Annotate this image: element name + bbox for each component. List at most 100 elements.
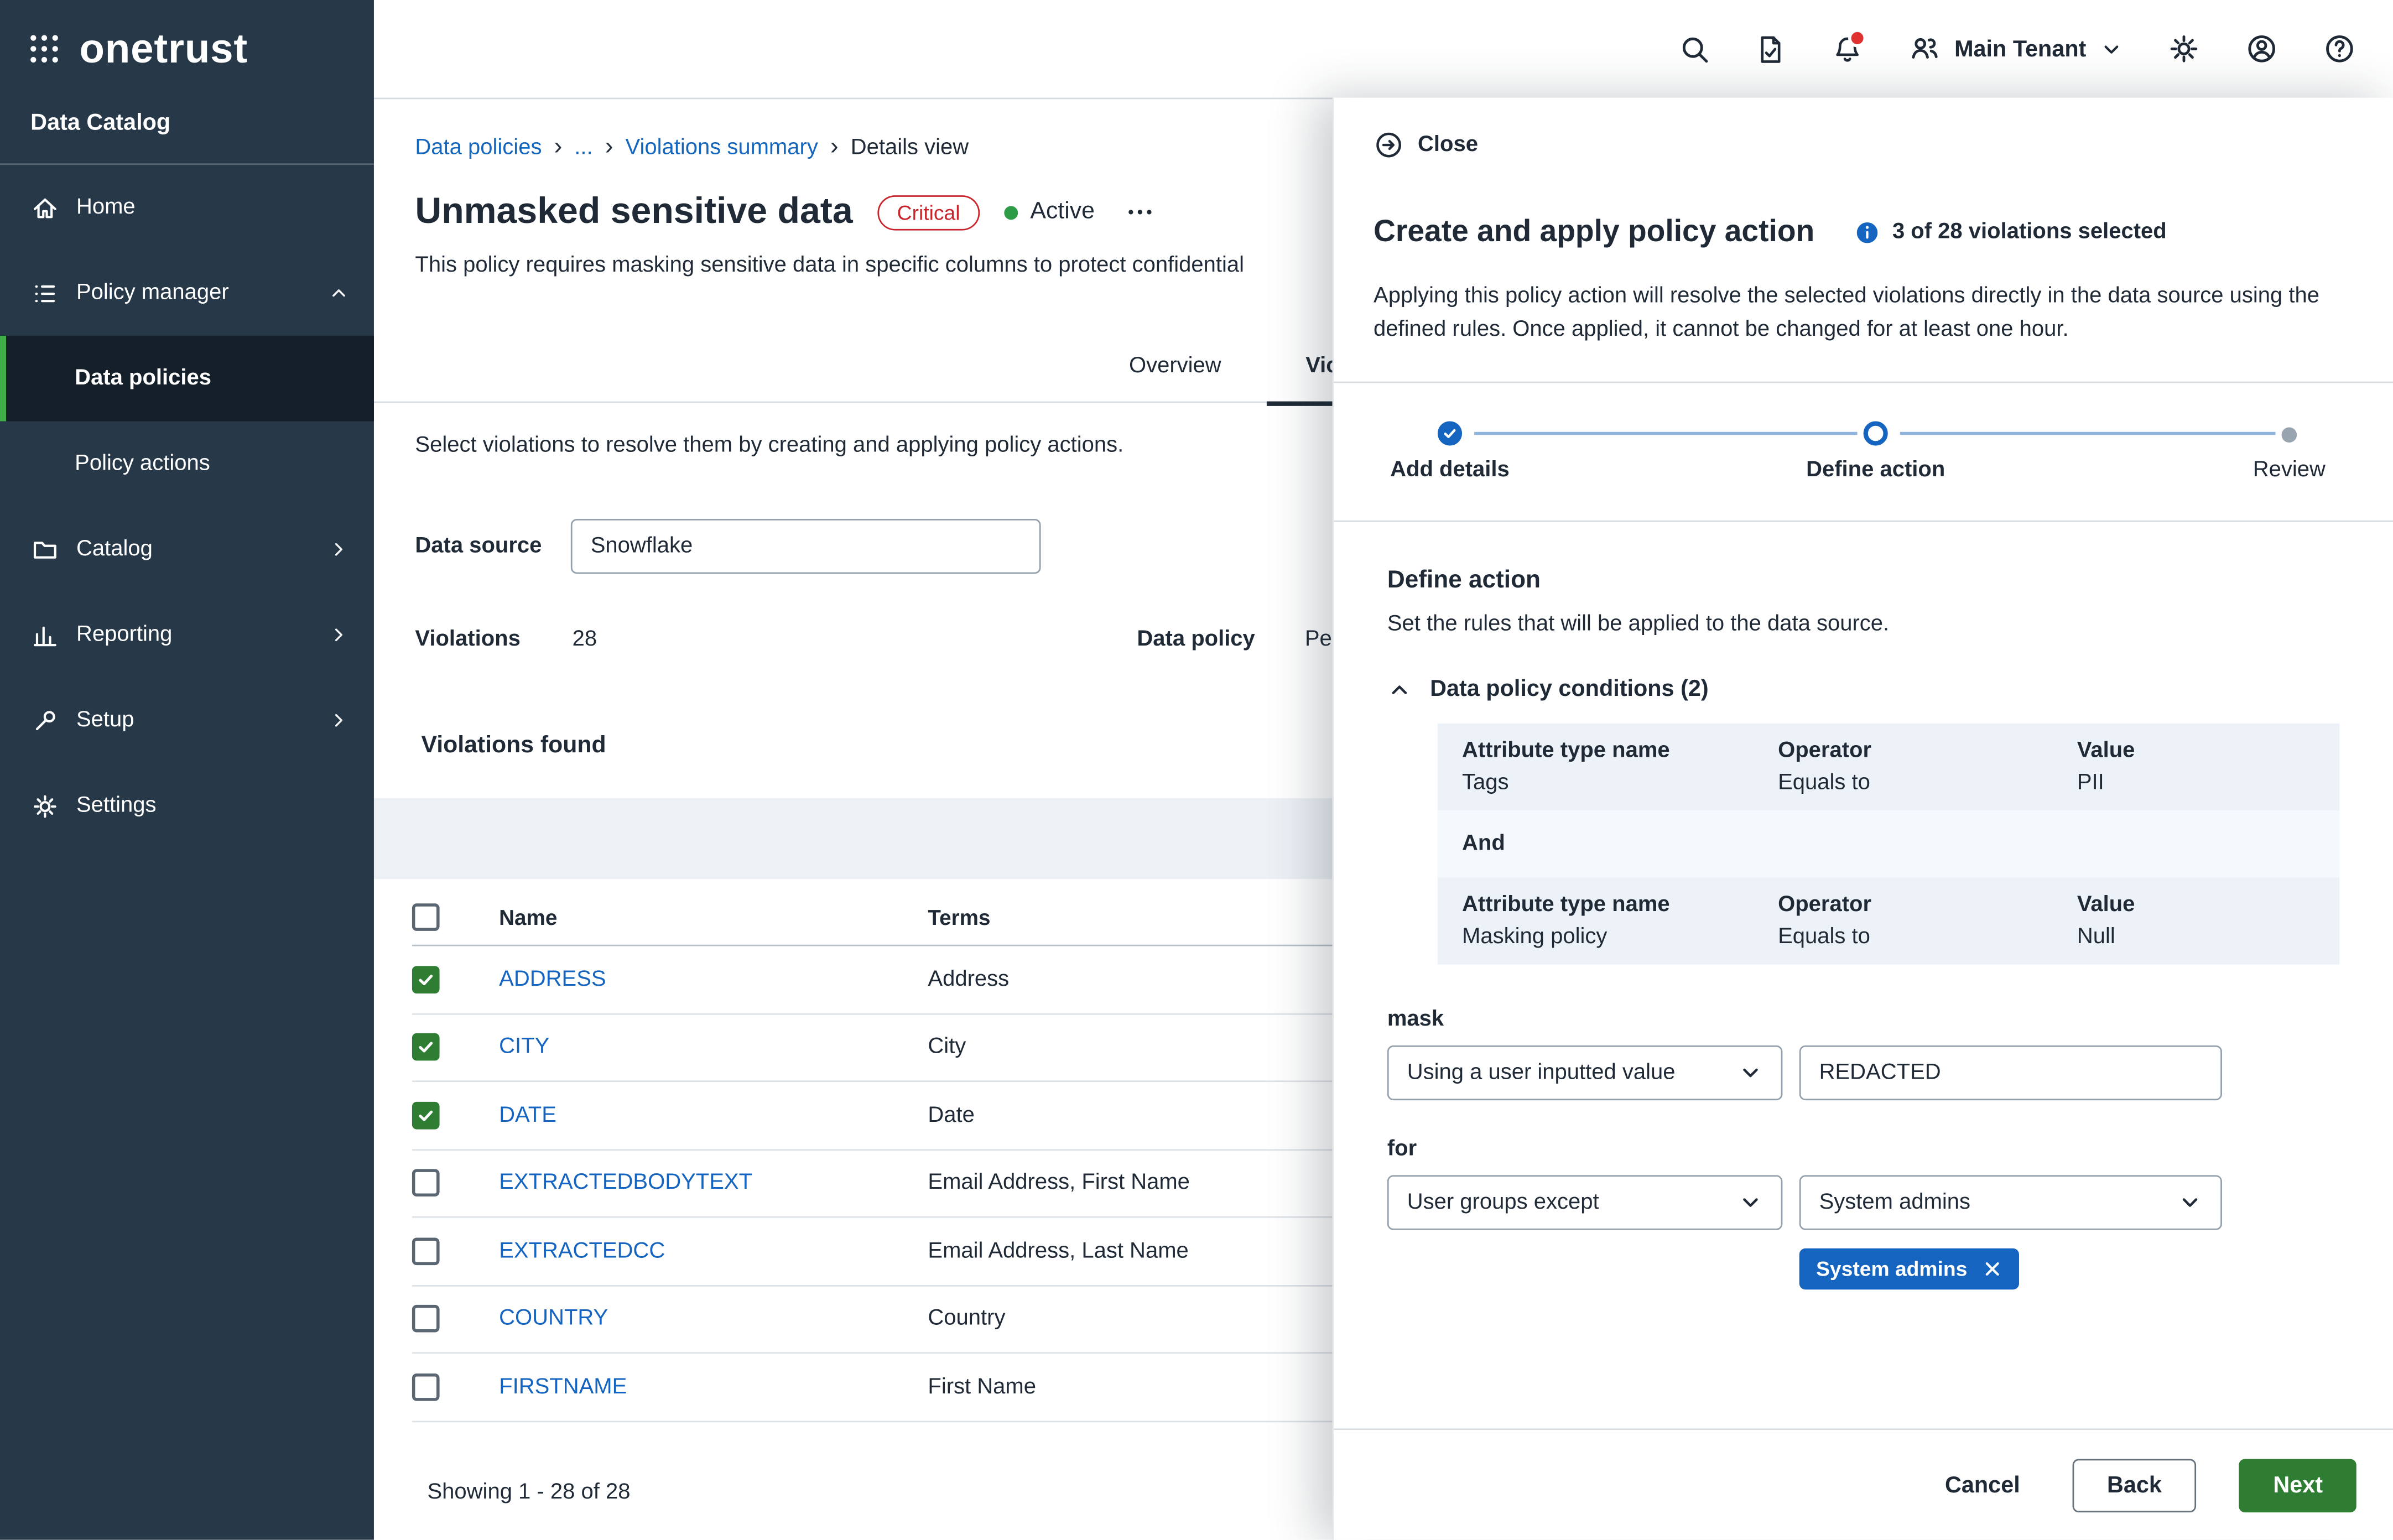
sidebar-item-label: Reporting [76, 623, 172, 647]
step-label-define-action: Define action [1761, 458, 1990, 482]
violation-name-link[interactable]: EXTRACTEDCC [499, 1239, 928, 1263]
account-icon[interactable] [2245, 32, 2278, 66]
selection-summary: 3 of 28 violations selected [1854, 219, 2167, 245]
data-source-input[interactable] [571, 519, 1041, 574]
chip-label: System admins [1816, 1257, 1967, 1280]
drawer-title-row: Create and apply policy action 3 of 28 v… [1374, 211, 2355, 253]
breadcrumb-data-policies[interactable]: Data policies [415, 136, 542, 160]
row-checkbox[interactable] [412, 1237, 440, 1265]
violation-name-link[interactable]: EXTRACTEDBODYTEXT [499, 1171, 928, 1195]
define-action-subtitle: Set the rules that will be applied to th… [1387, 612, 2340, 636]
breadcrumb-ellipsis[interactable]: ... [574, 136, 592, 160]
app-logo: onetrust [0, 0, 374, 98]
info-icon [1854, 219, 1880, 245]
sidebar-item-label: Data policies [75, 366, 211, 391]
condition-card: Attribute type name Tags Operator Equals… [1438, 724, 2340, 810]
step-active-icon [1864, 421, 1888, 445]
condition-col-value: Equals to [1778, 771, 2077, 795]
condition-col-label: Attribute type name [1462, 738, 1778, 763]
sidebar-item-reporting[interactable]: Reporting [0, 592, 374, 677]
notifications-bell-icon[interactable] [1831, 33, 1863, 65]
logo-wordmark: onetrust [79, 25, 248, 73]
row-checkbox[interactable] [412, 966, 440, 993]
more-actions-icon[interactable] [1125, 197, 1156, 227]
for-method-value: User groups except [1407, 1190, 1599, 1215]
sidebar-item-home[interactable]: Home [0, 165, 374, 250]
sidebar-item-setup[interactable]: Setup [0, 678, 374, 763]
select-all-checkbox[interactable] [412, 903, 440, 931]
row-checkbox[interactable] [412, 1305, 440, 1333]
row-checkbox[interactable] [412, 1373, 440, 1401]
search-icon[interactable] [1678, 33, 1710, 65]
condition-col-value: Equals to [1778, 925, 2077, 949]
condition-col-value: Masking policy [1462, 925, 1778, 949]
selection-summary-text: 3 of 28 violations selected [1892, 220, 2167, 244]
define-action-section: Define action Set the rules that will be… [1334, 522, 2393, 1290]
for-method-select[interactable]: User groups except [1387, 1175, 1783, 1230]
data-policy-label: Data policy [1137, 627, 1255, 652]
condition-col-label: Value [2077, 893, 2315, 917]
step-label-review: Review [2204, 458, 2375, 482]
back-button[interactable]: Back [2072, 1458, 2197, 1512]
sidebar-item-label: Policy actions [75, 452, 210, 476]
home-icon [30, 193, 59, 222]
mask-label: mask [1387, 1007, 2340, 1032]
violations-count-label: Violations [415, 627, 520, 652]
sidebar-item-policy-manager[interactable]: Policy manager [0, 250, 374, 335]
for-target-select[interactable]: System admins [1799, 1175, 2222, 1230]
notification-badge [1848, 28, 1866, 46]
condition-col-label: Operator [1778, 893, 2077, 917]
tenant-selector[interactable]: Main Tenant [1907, 32, 2123, 66]
sidebar-item-data-policies[interactable]: Data policies [0, 336, 374, 421]
tab-overview[interactable]: Overview [1106, 334, 1244, 401]
violation-name-link[interactable]: CITY [499, 1035, 928, 1059]
sidebar-item-policy-actions[interactable]: Policy actions [0, 421, 374, 506]
app-switcher-icon[interactable] [28, 32, 61, 66]
conditions-toggle[interactable]: Data policy conditions (2) [1387, 676, 2340, 702]
conditions-title: Data policy conditions (2) [1430, 676, 1709, 702]
sidebar-item-catalog[interactable]: Catalog [0, 507, 374, 592]
breadcrumb-violations-summary[interactable]: Violations summary [626, 136, 818, 160]
condition-value: Value Null [2077, 893, 2315, 949]
stepper: Add details Define action Review [1334, 404, 2393, 502]
gear-icon [30, 791, 59, 820]
chevron-down-icon [1738, 1060, 1762, 1085]
chevron-right-icon [328, 624, 350, 646]
violation-name-link[interactable]: FIRSTNAME [499, 1375, 928, 1399]
mask-value-input[interactable] [1799, 1045, 2222, 1100]
users-icon [1907, 32, 1941, 66]
row-checkbox[interactable] [412, 1169, 440, 1197]
policy-manager-icon [30, 278, 59, 307]
topbar: Main Tenant [374, 0, 2393, 99]
status-indicator: Active [1005, 199, 1095, 226]
chevron-down-icon [1738, 1190, 1762, 1215]
severity-badge: Critical [877, 195, 980, 230]
condition-col-label: Operator [1778, 738, 2077, 763]
cancel-button[interactable]: Cancel [1936, 1470, 2029, 1499]
violation-name-link[interactable]: DATE [499, 1103, 928, 1127]
condition-col-value: Tags [1462, 771, 1778, 795]
violation-name-link[interactable]: COUNTRY [499, 1307, 928, 1331]
sidebar-item-label: Setup [76, 708, 134, 732]
next-button[interactable]: Next [2240, 1458, 2356, 1512]
settings-gear-icon[interactable] [2167, 32, 2201, 66]
condition-card: Attribute type name Masking policy Opera… [1438, 877, 2340, 964]
condition-col-value: Null [2077, 925, 2315, 949]
help-icon[interactable] [2323, 32, 2356, 66]
bar-chart-icon [30, 620, 59, 649]
breadcrumb-separator [830, 134, 839, 162]
row-checkbox[interactable] [412, 1033, 440, 1061]
drawer-close-button[interactable]: Close [1334, 98, 2393, 160]
app-window: onetrust Data Catalog Home Policy manage… [0, 0, 2393, 1540]
violation-name-link[interactable]: ADDRESS [499, 967, 928, 991]
chip-remove-icon[interactable] [1983, 1259, 2002, 1279]
status-dot [1005, 205, 1018, 219]
mask-method-select[interactable]: Using a user inputted value [1387, 1045, 1783, 1100]
condition-col-value: PII [2077, 771, 2315, 795]
document-check-icon[interactable] [1755, 33, 1787, 65]
sidebar-item-settings[interactable]: Settings [0, 763, 374, 848]
sidebar-item-label: Home [76, 195, 136, 220]
row-checkbox[interactable] [412, 1101, 440, 1129]
chevron-down-icon [2100, 38, 2123, 60]
drawer-close-label: Close [1418, 133, 1478, 157]
